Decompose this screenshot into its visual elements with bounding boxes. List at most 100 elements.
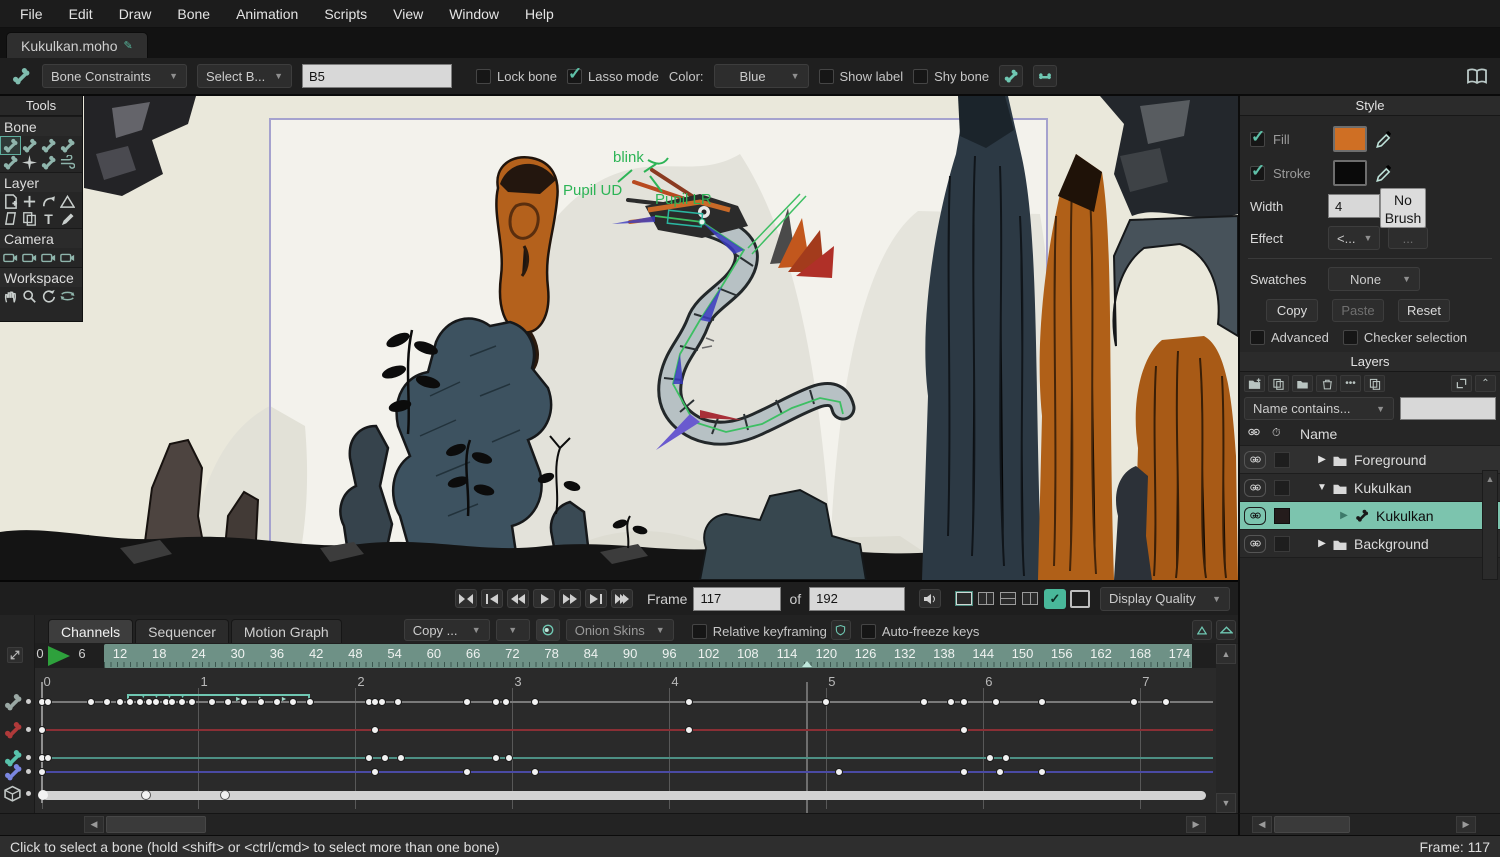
scroll-left-icon[interactable]: ◀ [1252, 816, 1272, 833]
bone-angle-channel-keyframe[interactable] [502, 698, 510, 706]
current-frame-marker[interactable] [802, 661, 812, 667]
bone-stretch-icon-button[interactable] [999, 65, 1023, 87]
lock-bone-checkbox[interactable] [476, 69, 491, 84]
layer-options-button[interactable]: ••• [1340, 375, 1361, 392]
bone-angle-channel-keyframe[interactable] [463, 698, 471, 706]
detach-panel-button[interactable] [1451, 375, 1472, 392]
bone-angle-channel-keyframe[interactable] [822, 698, 830, 706]
library-icon[interactable] [1464, 67, 1490, 85]
shield-badge-icon[interactable] [831, 620, 851, 640]
bone-angle-channel-keyframe[interactable] [1038, 698, 1046, 706]
bone-angle-channel-keyframe[interactable] [378, 698, 386, 706]
bone-chain-tool[interactable] [1, 154, 20, 171]
bone-dynamics-channel-keyframe[interactable] [1038, 768, 1046, 776]
timeline-vscrollbar[interactable]: ▲ ▼ [1216, 644, 1238, 813]
bone-dynamics-channel-keyframe[interactable] [531, 768, 539, 776]
bone-angle-channel-keyframe[interactable] [208, 698, 216, 706]
relative-keyframing-checkbox[interactable] [692, 624, 707, 639]
bone-dynamics-channel-keyframe[interactable] [996, 768, 1004, 776]
bone-angle-channel-keyframe[interactable] [289, 698, 297, 706]
scroll-left-icon[interactable]: ◀ [84, 816, 104, 833]
bone-angle-channel-keyframe[interactable] [1130, 698, 1138, 706]
bone-scale-channel-keyframe[interactable] [1002, 754, 1010, 762]
copy-style-button[interactable]: Copy [1266, 299, 1318, 322]
bone-angle-channel-keyframe[interactable] [116, 698, 124, 706]
menu-item-window[interactable]: Window [437, 2, 511, 26]
lock-bone-checkbox-row[interactable]: Lock bone [476, 69, 557, 84]
no-brush-button[interactable]: No Brush [1380, 188, 1426, 228]
scroll-right-icon[interactable]: ▶ [1456, 816, 1476, 833]
bone-angle-channel-keyframe[interactable] [152, 698, 160, 706]
add-bone-tool[interactable] [39, 137, 58, 154]
layer-filter-input[interactable] [1400, 397, 1496, 420]
duplicate-pages-tool[interactable] [20, 210, 39, 227]
layers-scrollbar[interactable]: ▲ [1482, 470, 1498, 580]
zoom-in-timeline-button[interactable] [1192, 620, 1212, 640]
bone-angle-channel-keyframe[interactable] [257, 698, 265, 706]
select-bone-dropdown[interactable]: Select B...▼ [197, 64, 292, 88]
bone-angle-channel-keyframe[interactable] [224, 698, 232, 706]
scroll-up-icon[interactable]: ▲ [1483, 471, 1497, 484]
scrollbar-thumb[interactable] [1274, 816, 1350, 833]
shy-bone-checkbox-row[interactable]: Shy bone [913, 69, 989, 84]
layer-color-swatch[interactable] [1274, 480, 1290, 496]
layer-visibility-toggle[interactable] [1244, 451, 1266, 469]
new-layer-tool[interactable] [1, 193, 20, 210]
warning-triangle-tool[interactable] [58, 193, 77, 210]
bone-angle-channel-keyframe[interactable] [273, 698, 281, 706]
advanced-checkbox[interactable] [1250, 330, 1265, 345]
paste-options-dropdown[interactable]: ▼ [496, 619, 530, 641]
show-label-checkbox[interactable] [819, 69, 834, 84]
canvas-viewport[interactable]: blink Pupil UD Pupil LR [0, 96, 1238, 580]
effect-more-button[interactable]: ... [1388, 227, 1428, 249]
bone-scale-channel-keyframe[interactable] [44, 754, 52, 762]
bone-scale-channel-keyframe[interactable] [505, 754, 513, 762]
roll-camera-tool[interactable] [39, 249, 58, 266]
layer-row-kukulkan-bone-selected[interactable]: ▶ Kukulkan [1240, 502, 1500, 530]
bone-angle-channel-keyframe[interactable] [178, 698, 186, 706]
bone-angle-channel-keyframe[interactable] [992, 698, 1000, 706]
stroke-eyedropper-icon[interactable] [1375, 164, 1393, 182]
bone-constraints-dropdown[interactable]: Bone Constraints▼ [42, 64, 187, 88]
audio-mute-button[interactable] [919, 589, 941, 608]
quad-view-button[interactable] [1022, 592, 1038, 605]
layer-filter-dropdown[interactable]: Name contains...▼ [1244, 397, 1394, 420]
loop-end-button[interactable] [611, 589, 633, 608]
bone-angle-channel-keyframe[interactable] [947, 698, 955, 706]
layer-row-foreground[interactable]: ▶ Foreground [1240, 446, 1500, 474]
split-horizontal-view-button[interactable] [1000, 592, 1016, 605]
menu-item-bone[interactable]: Bone [165, 2, 222, 26]
triangle-right-icon[interactable]: ▶ [1338, 510, 1350, 521]
pan-hand-tool[interactable] [1, 288, 20, 305]
zoom-camera-tool[interactable] [20, 249, 39, 266]
timeline-hscrollbar[interactable]: ◀ ▶ [0, 813, 1238, 835]
bone-dynamics-channel-keyframe[interactable] [835, 768, 843, 776]
tab-channels[interactable]: Channels [48, 619, 133, 643]
menu-item-animation[interactable]: Animation [224, 2, 310, 26]
document-tab[interactable]: Kukulkan.moho ✎ [6, 32, 148, 58]
bone-angle-channel-keyframe[interactable] [87, 698, 95, 706]
layer-row-background[interactable]: ▶ Background [1240, 530, 1500, 558]
swatches-dropdown[interactable]: None▼ [1328, 267, 1420, 291]
bone-angle-channel-keyframe[interactable] [188, 698, 196, 706]
layer-visibility-toggle[interactable] [1244, 507, 1266, 525]
auto-freeze-row[interactable]: Auto-freeze keys [861, 624, 980, 639]
layer-color-swatch[interactable] [1274, 452, 1290, 468]
sheet-tool[interactable] [1, 210, 20, 227]
copy-layer-button[interactable] [1292, 375, 1313, 392]
delete-layer-button[interactable] [1316, 375, 1337, 392]
onion-skins-dropdown[interactable]: Onion Skins▼ [566, 619, 674, 641]
bone-scale-channel-keyframe[interactable] [492, 754, 500, 762]
bone-translation-channel-keyframe[interactable] [371, 726, 379, 734]
play-button[interactable] [533, 589, 555, 608]
new-layer-button[interactable] [1244, 375, 1265, 392]
bone-scale-channel-keyframe[interactable] [397, 754, 405, 762]
bone-name-input[interactable]: B5 [302, 64, 452, 88]
zoom-magnifier-tool[interactable] [20, 288, 39, 305]
layer-row-kukulkan-group[interactable]: ▼ Kukulkan [1240, 474, 1500, 502]
stereo-frame-icon[interactable] [1070, 590, 1090, 608]
transform-bone-tool[interactable] [39, 154, 58, 171]
display-quality-dropdown[interactable]: Display Quality▼ [1100, 587, 1230, 611]
bone-color-dropdown[interactable]: Blue▼ [714, 64, 809, 88]
reset-style-button[interactable]: Reset [1398, 299, 1450, 322]
